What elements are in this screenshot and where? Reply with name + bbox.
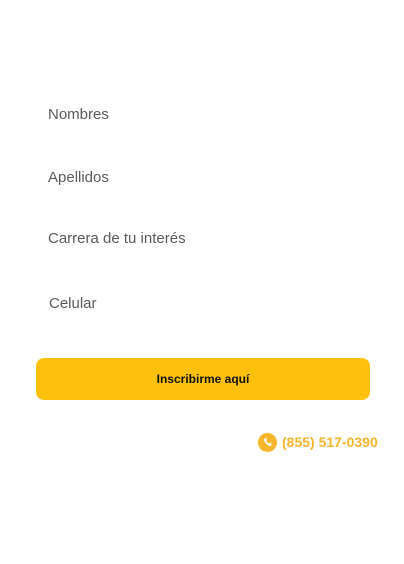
inscribirme-button[interactable]: Inscribirme aquí	[36, 358, 370, 400]
phone-link[interactable]: (855) 517-0390	[258, 432, 378, 452]
apellidos-input[interactable]	[48, 162, 368, 192]
phone-number: (855) 517-0390	[282, 434, 378, 450]
nombres-input[interactable]	[48, 99, 368, 129]
celular-input[interactable]	[49, 288, 369, 318]
phone-icon	[258, 432, 277, 452]
carrera-input[interactable]	[48, 223, 368, 253]
